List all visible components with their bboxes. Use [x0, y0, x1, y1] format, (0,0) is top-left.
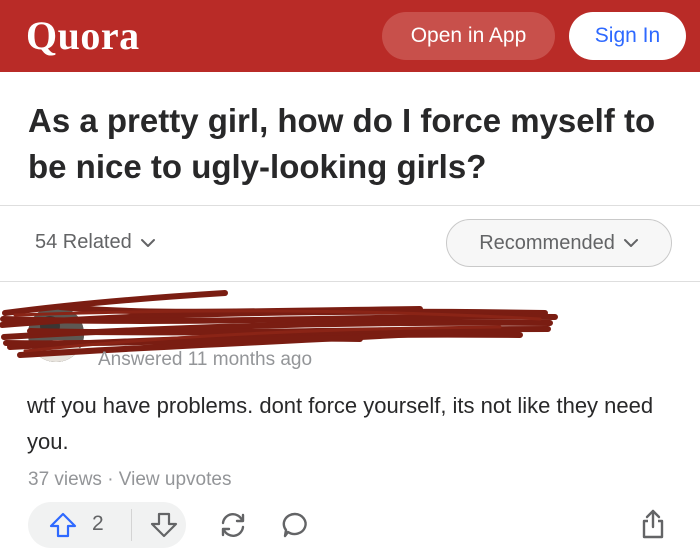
sign-in-button[interactable]: Sign In — [569, 12, 686, 60]
answer-meta: Answered 11 months ago — [98, 349, 313, 370]
open-in-app-button[interactable]: Open in App — [382, 12, 555, 60]
upvote-count: 2 — [92, 512, 104, 535]
chevron-down-icon — [140, 238, 156, 248]
sort-label: Recommended — [479, 231, 615, 254]
answer-text: wtf you have problems. dont force yourse… — [27, 393, 654, 454]
arrow-up-icon[interactable] — [48, 511, 78, 539]
arrow-down-icon[interactable] — [149, 511, 179, 539]
vote-control: 2 — [28, 502, 186, 548]
share-upload-icon[interactable] — [640, 509, 666, 539]
chevron-down-icon — [623, 238, 639, 248]
quora-logo[interactable]: Quora — [26, 12, 140, 59]
divider — [0, 281, 700, 282]
top-bar: Quora Open in App Sign In — [0, 0, 700, 72]
refresh-share-icon[interactable] — [218, 511, 248, 539]
vote-divider — [131, 509, 132, 541]
answer-views[interactable]: 37 views · View upvotes — [28, 469, 231, 491]
comment-bubble-icon[interactable] — [281, 511, 309, 539]
related-label: 54 Related — [35, 231, 132, 253]
question-title[interactable]: As a pretty girl, how do I force myself … — [28, 98, 678, 190]
divider — [0, 205, 700, 206]
related-questions-toggle[interactable]: 54 Related — [35, 231, 156, 254]
sort-dropdown[interactable]: Recommended — [446, 219, 672, 267]
